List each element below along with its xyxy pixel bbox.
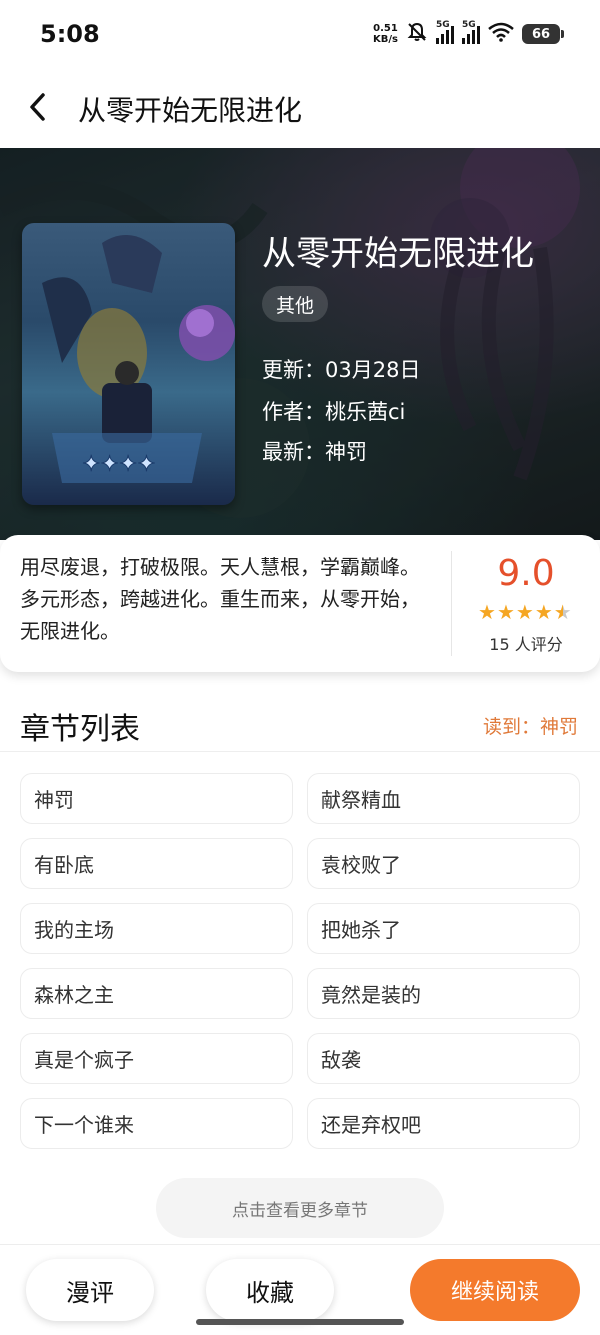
chapter-item[interactable]: 献祭精血	[307, 773, 580, 824]
signal-5g-icon-1: 5G	[436, 20, 454, 44]
comic-header: ✦✦✦✦ 从零开始无限进化 其他 更新：03月28日 作者：桃乐茜ci 最新：神…	[0, 148, 600, 540]
svg-text:✦✦✦✦: ✦✦✦✦	[82, 452, 156, 477]
rating-stars: ★ ★ ★ ★ ★	[478, 602, 572, 622]
update-date: 更新：03月28日	[262, 358, 421, 382]
chapter-item[interactable]: 竟然是装的	[307, 968, 580, 1019]
star-icon: ★	[515, 600, 534, 624]
chapter-item[interactable]: 还是弃权吧	[307, 1098, 580, 1149]
page-title: 从零开始无限进化	[78, 94, 303, 127]
wifi-icon	[488, 22, 514, 46]
synopsis[interactable]: 用尽废退，打破极限。天人慧根，学霸巅峰。多元形态，跨越进化。重生而来，从零开始，…	[20, 551, 436, 647]
genre-tag[interactable]: 其他	[262, 286, 329, 322]
chapter-item[interactable]: 有卧底	[20, 838, 293, 889]
latest-chapter[interactable]: 最新：神罚	[262, 436, 367, 466]
chapter-item[interactable]: 敌袭	[307, 1033, 580, 1084]
author: 作者：桃乐茜ci	[262, 400, 406, 424]
chapter-item[interactable]: 把她杀了	[307, 903, 580, 954]
star-icon: ★	[496, 600, 515, 624]
status-icons: 0.51 KB/s 5G 5G 66	[373, 20, 564, 48]
star-icon: ★	[478, 600, 496, 624]
network-speed: 0.51 KB/s	[373, 23, 398, 45]
status-time: 5:08	[40, 20, 100, 48]
continue-reading-button[interactable]: 继续阅读	[410, 1259, 580, 1321]
chapter-item[interactable]: 我的主场	[20, 903, 293, 954]
divider	[0, 751, 600, 752]
star-icon: ★	[534, 600, 553, 624]
mute-bell-icon	[406, 21, 428, 47]
info-card: 用尽废退，打破极限。天人慧根，学霸巅峰。多元形态，跨越进化。重生而来，从零开始，…	[0, 535, 600, 672]
comic-title: 从零开始无限进化	[262, 234, 534, 274]
chapter-item[interactable]: 下一个谁来	[20, 1098, 293, 1149]
read-progress-link[interactable]: 读到：神罚	[483, 712, 578, 739]
back-button[interactable]	[8, 75, 68, 143]
cover-artwork: ✦✦✦✦	[42, 235, 235, 483]
chapter-list-header: 章节列表 读到：神罚	[0, 700, 600, 750]
more-chapters-button[interactable]: 点击查看更多章节	[156, 1178, 444, 1238]
chapter-item[interactable]: 神罚	[20, 773, 293, 824]
signal-5g-icon-2: 5G	[462, 20, 480, 44]
chapter-item[interactable]: 真是个疯子	[20, 1033, 293, 1084]
favorite-button[interactable]: 收藏	[206, 1259, 334, 1321]
rating-score: 9.0	[497, 553, 555, 594]
half-star-icon: ★	[553, 600, 572, 624]
cover-image[interactable]: ✦✦✦✦	[22, 223, 235, 505]
chapter-item[interactable]: 森林之主	[20, 968, 293, 1019]
nav-bar: 从零开始无限进化	[0, 75, 600, 143]
chapter-item[interactable]: 袁校败了	[307, 838, 580, 889]
home-indicator[interactable]	[196, 1319, 404, 1325]
chapter-list-title: 章节列表	[20, 712, 140, 747]
chevron-left-icon	[27, 92, 49, 126]
rating-count: 15 人评分	[489, 635, 563, 654]
status-bar: 5:08 0.51 KB/s 5G 5G 66	[0, 0, 600, 70]
battery-icon: 66	[522, 24, 564, 44]
review-button[interactable]: 漫评	[26, 1259, 154, 1321]
chapter-grid: 神罚 献祭精血 有卧底 袁校败了 我的主场 把她杀了 森林之主 竟然是装的 真是…	[20, 773, 580, 1149]
